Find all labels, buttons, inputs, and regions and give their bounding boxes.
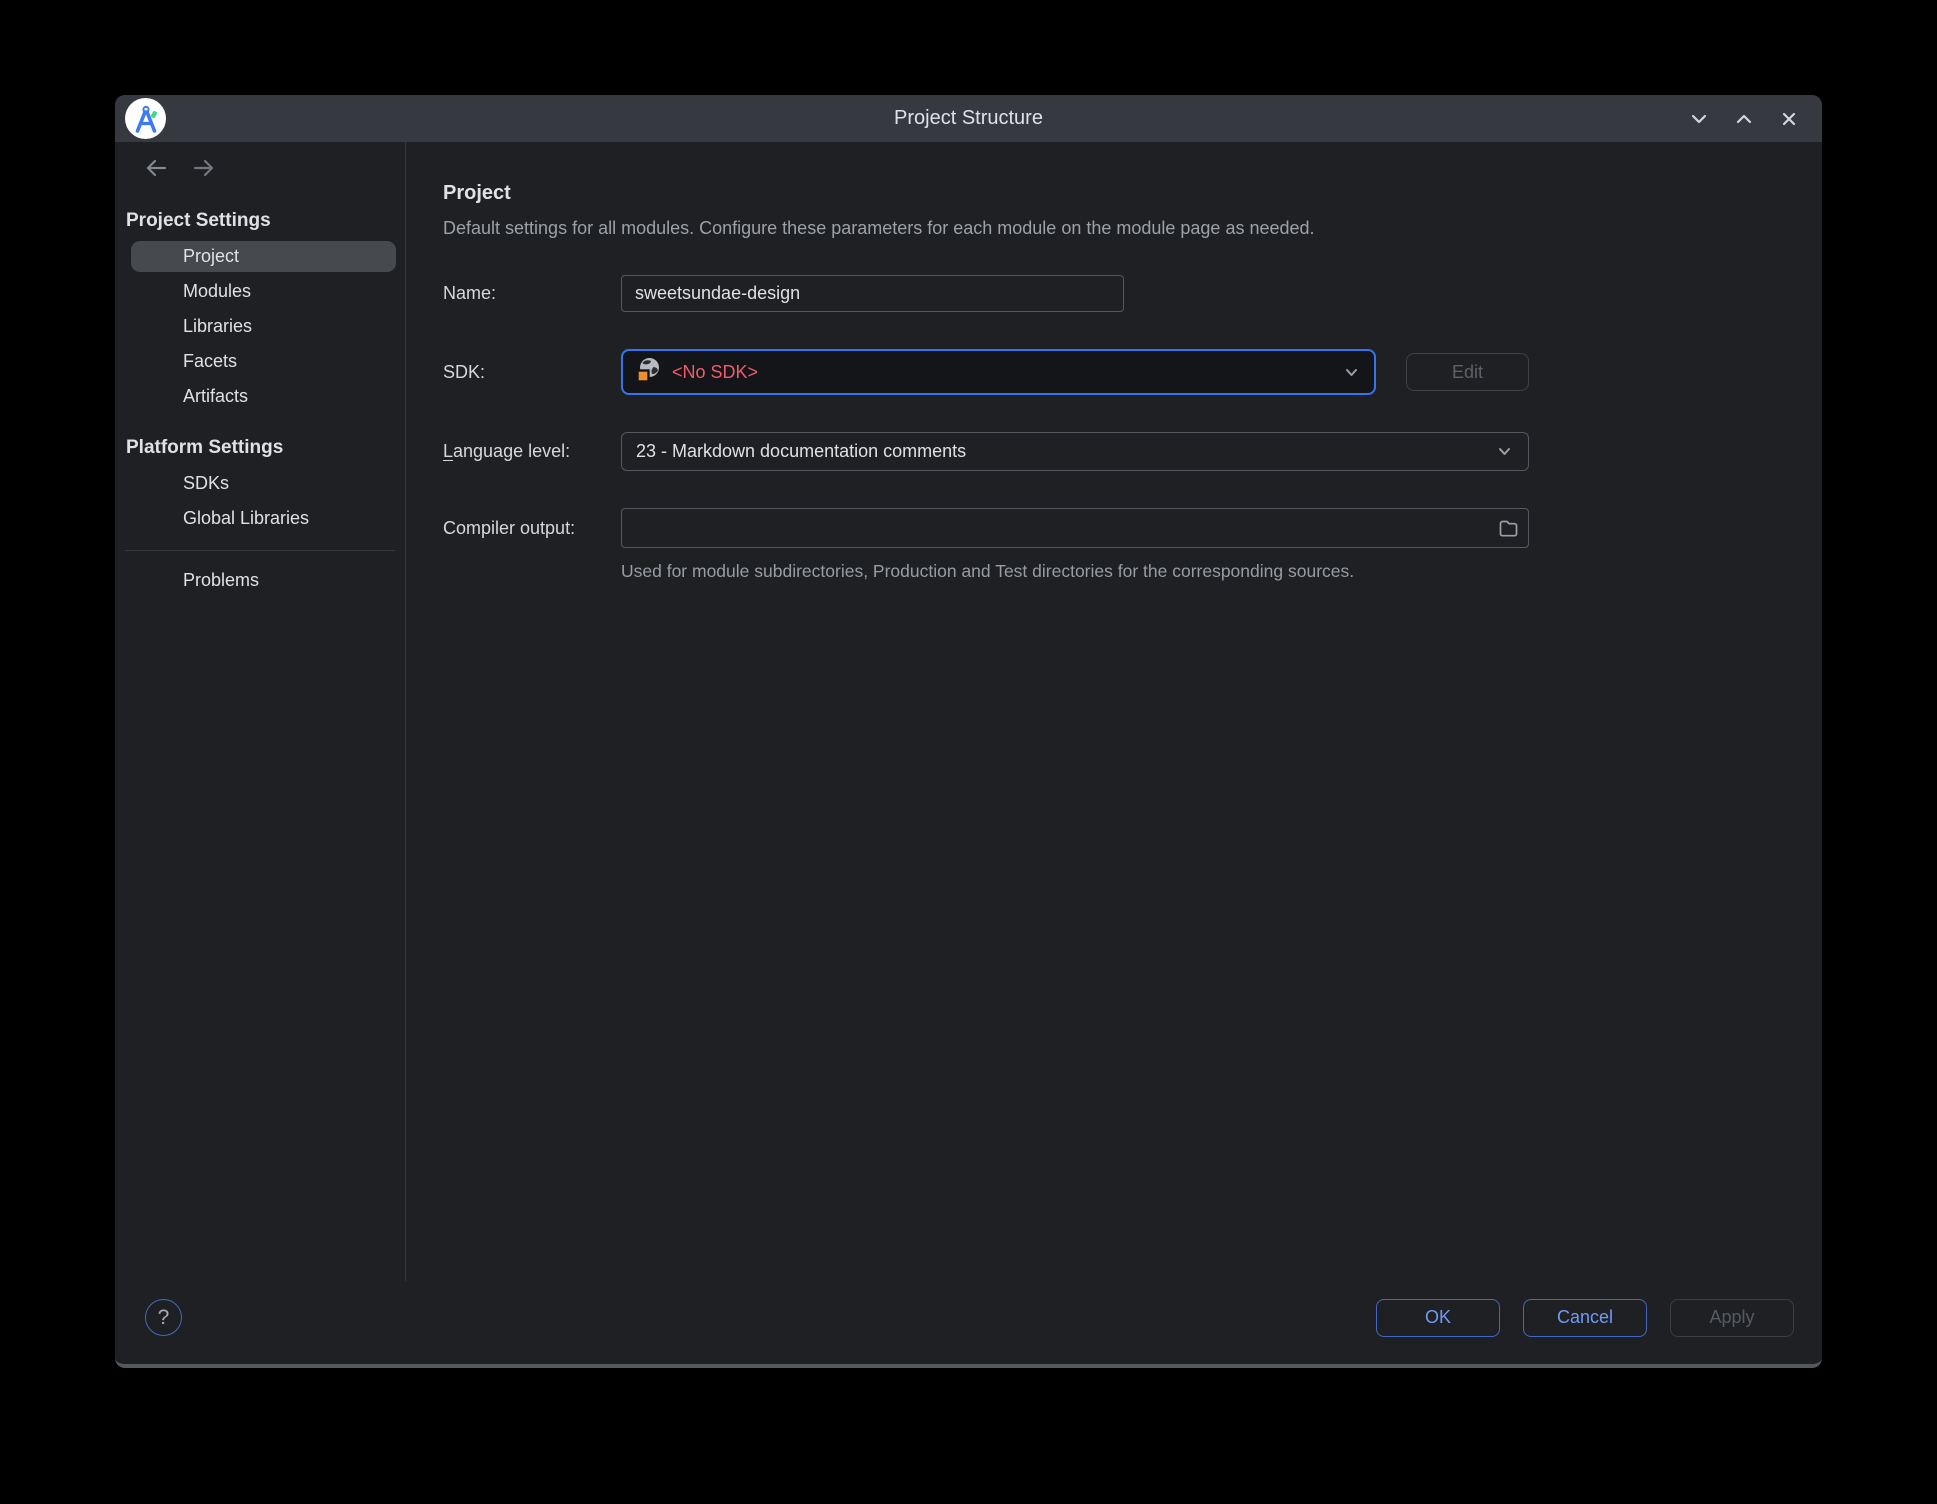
compiler-helper-text: Used for module subdirectories, Producti… xyxy=(621,561,1354,582)
sidebar-header-project-settings: Project Settings xyxy=(115,205,405,237)
sidebar-item-facets[interactable]: Facets xyxy=(131,346,396,377)
cancel-button[interactable]: Cancel xyxy=(1523,1299,1647,1337)
compiler-output-row: Compiler output: xyxy=(443,508,1792,548)
main-content: Project Default settings for all modules… xyxy=(406,142,1822,1281)
compiler-helper-row: Used for module subdirectories, Producti… xyxy=(621,561,1792,582)
chevron-down-icon xyxy=(1495,442,1514,461)
language-level-label: Language level: xyxy=(443,441,621,462)
maximize-icon[interactable] xyxy=(1733,108,1755,130)
sidebar-item-artifacts[interactable]: Artifacts xyxy=(131,381,396,412)
name-row: Name: xyxy=(443,275,1792,312)
sidebar-header-platform-settings: Platform Settings xyxy=(115,432,405,464)
footer-buttons: OK Cancel Apply xyxy=(1376,1299,1794,1337)
title-bar: Project Structure xyxy=(115,95,1822,142)
sidebar-divider xyxy=(125,550,395,551)
window-title: Project Structure xyxy=(894,107,1043,130)
close-icon[interactable] xyxy=(1778,108,1800,130)
sdk-globe-icon xyxy=(636,356,663,388)
dialog-body: Project Settings Project Modules Librari… xyxy=(115,142,1822,1281)
sdk-label: SDK: xyxy=(443,362,621,383)
compiler-output-input[interactable] xyxy=(621,508,1529,548)
compiler-output-label: Compiler output: xyxy=(443,518,621,539)
apply-button[interactable]: Apply xyxy=(1670,1299,1794,1337)
edit-sdk-button[interactable]: Edit xyxy=(1406,353,1529,391)
project-form: Name: SDK: xyxy=(443,275,1792,582)
chevron-down-icon xyxy=(1342,363,1361,382)
sidebar-item-sdks[interactable]: SDKs xyxy=(131,468,396,499)
sidebar: Project Settings Project Modules Librari… xyxy=(115,142,406,1281)
sdk-row: SDK: <No SDK> xyxy=(443,349,1792,395)
page-description: Default settings for all modules. Config… xyxy=(443,218,1792,239)
sidebar-item-project[interactable]: Project xyxy=(131,241,396,272)
sidebar-item-problems[interactable]: Problems xyxy=(131,565,396,596)
sidebar-item-global-libraries[interactable]: Global Libraries xyxy=(131,503,396,534)
navigation-arrows xyxy=(115,155,405,185)
sidebar-item-libraries[interactable]: Libraries xyxy=(131,311,396,342)
android-studio-icon xyxy=(125,98,166,139)
forward-icon[interactable] xyxy=(191,158,218,183)
dialog-footer: ? OK Cancel Apply xyxy=(115,1281,1822,1364)
project-structure-dialog: Project Structure Pro xyxy=(115,95,1822,1368)
sdk-value: <No SDK> xyxy=(672,362,758,383)
language-level-dropdown[interactable]: 23 - Markdown documentation comments xyxy=(621,432,1529,471)
language-level-value: 23 - Markdown documentation comments xyxy=(636,441,966,462)
language-level-row: Language level: 23 - Markdown documentat… xyxy=(443,432,1792,471)
page-title: Project xyxy=(443,182,1792,205)
project-name-input[interactable] xyxy=(621,275,1124,312)
window-controls xyxy=(1688,95,1800,142)
help-icon[interactable]: ? xyxy=(145,1299,182,1336)
back-icon[interactable] xyxy=(142,158,169,183)
sdk-dropdown[interactable]: <No SDK> xyxy=(621,349,1376,395)
ok-button[interactable]: OK xyxy=(1376,1299,1500,1337)
sidebar-item-modules[interactable]: Modules xyxy=(131,276,396,307)
minimize-icon[interactable] xyxy=(1688,108,1710,130)
folder-icon[interactable] xyxy=(1497,517,1519,539)
name-label: Name: xyxy=(443,283,621,304)
